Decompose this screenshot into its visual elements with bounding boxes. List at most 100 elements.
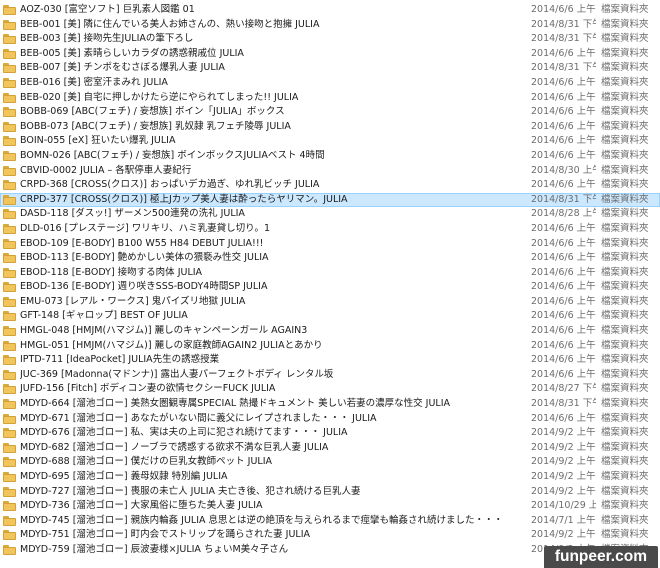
file-row[interactable]: MDYD-736 [溜池ゴロー] 大家風俗に堕ちた美人妻 JULIA 2014/1… xyxy=(0,499,660,514)
file-row[interactable]: MDYD-664 [溜池ゴロー] 美熟女圏観専属SPECIAL 熱撮ドキュメント… xyxy=(0,397,660,412)
item-type: 檔案資料夾 xyxy=(601,179,649,191)
file-name: CRPD-377 [CROSS(クロス)] 極上Jカップ美人妻は酔ったらヤリマン… xyxy=(20,193,348,205)
modified-date: 2014/6/6 上午 04... xyxy=(531,120,596,132)
folder-icon xyxy=(3,428,16,439)
folder-icon xyxy=(3,180,16,191)
item-type: 檔案資料夾 xyxy=(601,398,649,410)
modified-date: 2014/6/6 上午 04... xyxy=(531,325,596,337)
folder-icon xyxy=(3,355,16,366)
item-type: 檔案資料夾 xyxy=(601,295,649,307)
file-row[interactable]: BEB-007 [美] チンポをむさぼる爆乳人妻 JULIA 2014/8/31 … xyxy=(0,61,660,76)
file-row[interactable]: JUC-369 [Madonna(マドンナ)] 露出人妻パーフェクトボディ レン… xyxy=(0,368,660,383)
folder-icon xyxy=(3,486,16,497)
file-name: BOMN-026 [ABC(フェチ) / 妄想族] ボインボックスJULIAベス… xyxy=(20,149,325,161)
modified-date: 2014/9/2 上午 09... xyxy=(531,427,596,439)
file-row[interactable]: MDYD-688 [溜池ゴロー] 僕だけの巨乳女教師ペット JULIA 2014/… xyxy=(0,455,660,470)
folder-icon xyxy=(3,296,16,307)
modified-date: 2014/6/6 上午 04... xyxy=(531,310,596,322)
item-type: 檔案資料夾 xyxy=(601,456,649,468)
file-row[interactable]: JUFD-156 [Fitch] ボディコン妻の欲情セクシーFUCK JULIA… xyxy=(0,382,660,397)
file-row[interactable]: EBOD-136 [E-BODY] 週り咲きSSS-BODY4時間SP JULI… xyxy=(0,280,660,295)
folder-icon xyxy=(3,384,16,395)
file-name: MDYD-751 [溜池ゴロー] 町内会でストリップを踊らされた妻 JULIA xyxy=(20,529,310,541)
file-name: HMGL-048 [HMJM(ハマジム)] 麗しのキャンペーンガール AGAIN… xyxy=(20,325,308,337)
folder-icon xyxy=(3,92,16,103)
item-type: 檔案資料夾 xyxy=(601,18,649,30)
modified-date: 2014/8/31 下午 0... xyxy=(531,18,596,30)
folder-icon xyxy=(3,150,16,161)
folder-icon xyxy=(3,413,16,424)
item-type: 檔案資料夾 xyxy=(601,412,649,424)
file-row[interactable]: BEB-003 [美] 接吻先生JULIAの筆下ろし 2014/8/31 下午 0… xyxy=(0,32,660,47)
file-name: MDYD-682 [溜池ゴロー] ノーブラで誘惑する欲求不満な巨乳人妻 JULI… xyxy=(20,441,329,453)
folder-icon xyxy=(3,442,16,453)
file-name: CBVID-0002 JULIA – 各駅停車人妻紀行 xyxy=(20,164,192,176)
file-row[interactable]: HMGL-051 [HMJM(ハマジム)] 麗しの家庭教師AGAIN2 JULI… xyxy=(0,339,660,354)
item-type: 檔案資料夾 xyxy=(601,485,649,497)
file-name: BOBB-069 [ABC(フェチ) / 妄想族] ボイン「JULIA」ボックス xyxy=(20,106,285,118)
file-name: BEB-001 [美] 隣に住んでいる美人お姉さんの、熱い接吻と抱擁 JULIA xyxy=(20,18,320,30)
modified-date: 2014/6/6 上午 04... xyxy=(531,252,596,264)
file-row[interactable]: AOZ-030 [富空ソフト] 巨乳素人図鑑 01 2014/6/6 上午 04.… xyxy=(0,3,660,18)
modified-date: 2014/6/6 上午 04... xyxy=(531,149,596,161)
file-row[interactable]: MDYD-671 [溜池ゴロー] あなたがいない間に義父にレイプされました・・・… xyxy=(0,412,660,427)
file-name: MDYD-671 [溜池ゴロー] あなたがいない間に義父にレイプされました・・・… xyxy=(20,412,377,424)
file-row[interactable]: MDYD-695 [溜池ゴロー] 義母奴隷 特別編 JULIA 2014/9/2 … xyxy=(0,470,660,485)
file-row[interactable]: BEB-001 [美] 隣に住んでいる美人お姉さんの、熱い接吻と抱擁 JULIA… xyxy=(0,18,660,33)
file-row[interactable]: GFT-148 [ギャロップ] BEST OF JULIA 2014/6/6 上午… xyxy=(0,309,660,324)
modified-date: 2014/9/2 上午 09... xyxy=(531,441,596,453)
folder-icon xyxy=(3,136,16,147)
item-type: 檔案資料夾 xyxy=(601,514,649,526)
file-row[interactable]: BEB-020 [美] 自宅に押しかけたら逆にやられてしまった!! JULIA 2… xyxy=(0,91,660,106)
file-row[interactable]: EBOD-109 [E-BODY] B100 W55 H84 DEBUT JUL… xyxy=(0,237,660,252)
file-name: DASD-118 [ダスッ!] ザーメン500連発の洗礼 JULIA xyxy=(20,208,245,220)
file-row[interactable]: MDYD-745 [溜池ゴロー] 親族内輪姦 JULIA 息思とは逆の絶頂を与え… xyxy=(0,514,660,529)
item-type: 檔案資料夾 xyxy=(601,91,649,103)
file-row[interactable]: BOBB-073 [ABC(フェチ) / 妄想族] 乳奴隷 乳フェチ陵辱 JUL… xyxy=(0,120,660,135)
file-row[interactable]: BEB-005 [美] 素晴らしいカラダの誘惑親戚位 JULIA 2014/6/6… xyxy=(0,47,660,62)
modified-date: 2014/8/31 下午 0... xyxy=(531,33,596,45)
file-row[interactable]: HMGL-048 [HMJM(ハマジム)] 麗しのキャンペーンガール AGAIN… xyxy=(0,324,660,339)
file-name: MDYD-664 [溜池ゴロー] 美熟女圏観専属SPECIAL 熱撮ドキュメント… xyxy=(20,398,451,410)
file-row[interactable]: BOBB-069 [ABC(フェチ) / 妄想族] ボイン「JULIA」ボックス… xyxy=(0,105,660,120)
file-name: DLD-016 [プレステージ] ワリキリ、ハミ乳妻貸し切り。1 xyxy=(20,222,271,234)
file-row[interactable]: CRPD-368 [CROSS(クロス)] おっぱいデカ過ぎ、ゆれ乳ビッチ JU… xyxy=(0,178,660,193)
item-type: 檔案資料夾 xyxy=(601,354,649,366)
file-row[interactable]: BOMN-026 [ABC(フェチ) / 妄想族] ボインボックスJULIAベス… xyxy=(0,149,660,164)
item-type: 檔案資料夾 xyxy=(601,383,649,395)
modified-date: 2014/8/30 上午 1... xyxy=(531,164,596,176)
file-row[interactable]: CRPD-377 [CROSS(クロス)] 極上Jカップ美人妻は酔ったらヤリマン… xyxy=(0,192,660,208)
file-name: EBOD-113 [E-BODY] 艶めかしい美体の猥褻み性交 JULIA xyxy=(20,252,269,264)
file-row[interactable]: CBVID-0002 JULIA – 各駅停車人妻紀行 2014/8/30 上午 … xyxy=(0,164,660,179)
file-row[interactable]: EMU-073 [レアル・ワークス] 鬼パイズリ地獄 JULIA 2014/6/6… xyxy=(0,295,660,310)
folder-icon xyxy=(3,369,16,380)
file-row[interactable]: DLD-016 [プレステージ] ワリキリ、ハミ乳妻貸し切り。1 2014/6/6… xyxy=(0,222,660,237)
file-name: EBOD-109 [E-BODY] B100 W55 H84 DEBUT JUL… xyxy=(20,237,264,249)
file-name: BOIN-055 [eX] 狂いたい爆乳 JULIA xyxy=(20,135,176,147)
modified-date: 2014/6/6 上午 04... xyxy=(531,266,596,278)
file-row[interactable]: MDYD-751 [溜池ゴロー] 町内会でストリップを踊らされた妻 JULIA 2… xyxy=(0,528,660,543)
file-row[interactable]: BOIN-055 [eX] 狂いたい爆乳 JULIA 2014/6/6 上午 04… xyxy=(0,134,660,149)
file-name: BEB-007 [美] チンポをむさぼる爆乳人妻 JULIA xyxy=(20,62,225,74)
file-name: MDYD-695 [溜池ゴロー] 義母奴隷 特別編 JULIA xyxy=(20,471,228,482)
file-list[interactable]: AOZ-030 [富空ソフト] 巨乳素人図鑑 01 2014/6/6 上午 04.… xyxy=(0,3,660,558)
modified-date: 2014/6/6 上午 04... xyxy=(531,412,596,424)
item-type: 檔案資料夾 xyxy=(601,149,649,161)
file-row[interactable]: EBOD-118 [E-BODY] 接吻する肉体 JULIA 2014/6/6 上… xyxy=(0,266,660,281)
file-row[interactable]: EBOD-113 [E-BODY] 艶めかしい美体の猥褻み性交 JULIA 201… xyxy=(0,251,660,266)
file-row[interactable]: MDYD-676 [溜池ゴロー] 私、実は夫の上司に犯され続けてます・・・ JU… xyxy=(0,426,660,441)
item-type: 檔案資料夾 xyxy=(601,4,649,15)
file-row[interactable]: IPTD-711 [IdeaPocket] JULIA先生の誘惑授業 2014/6… xyxy=(0,353,660,368)
folder-icon xyxy=(3,311,16,322)
folder-icon xyxy=(3,399,16,410)
file-row[interactable]: MDYD-682 [溜池ゴロー] ノーブラで誘惑する欲求不満な巨乳人妻 JULI… xyxy=(0,441,660,456)
item-type: 檔案資料夾 xyxy=(601,368,649,380)
file-name: BEB-020 [美] 自宅に押しかけたら逆にやられてしまった!! JULIA xyxy=(20,91,299,103)
file-row[interactable]: MDYD-727 [溜池ゴロー] 喪服の未亡人 JULIA 夫亡き後、犯され続け… xyxy=(0,485,660,500)
file-row[interactable]: BEB-016 [美] 密室汗まみれ JULIA 2014/6/6 上午 04..… xyxy=(0,76,660,91)
folder-icon xyxy=(3,501,16,512)
folder-icon xyxy=(3,209,16,220)
file-name: MDYD-736 [溜池ゴロー] 大家風俗に堕ちた美人妻 JULIA xyxy=(20,500,263,512)
file-row[interactable]: DASD-118 [ダスッ!] ザーメン500連発の洗礼 JULIA 2014/8… xyxy=(0,207,660,222)
modified-date: 2014/6/6 上午 04... xyxy=(531,237,596,249)
